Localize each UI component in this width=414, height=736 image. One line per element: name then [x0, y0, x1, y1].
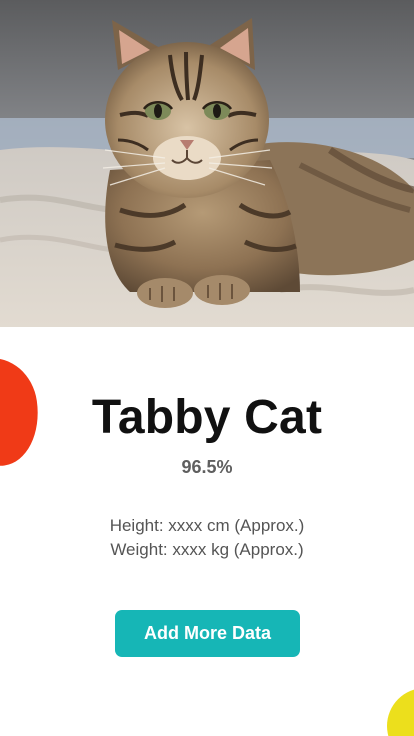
- height-text: Height: xxxx cm (Approx.): [109, 516, 305, 535]
- add-more-data-button[interactable]: Add More Data: [115, 610, 300, 657]
- pet-result-screen: Tabby Cat 96.5% Height: xxxx cm (Approx.…: [0, 0, 414, 736]
- decorative-yellow-blob: [387, 688, 414, 736]
- confidence-percentage: 96.5%: [181, 457, 233, 477]
- weight-text: Weight: xxxx kg (Approx.): [110, 540, 304, 559]
- breed-title: Tabby Cat: [91, 391, 323, 444]
- pet-photo: [0, 0, 414, 327]
- tabby-cat-photo: [0, 0, 414, 327]
- pet-stats: Height: xxxx cm (Approx.) Weight: xxxx k…: [0, 514, 414, 562]
